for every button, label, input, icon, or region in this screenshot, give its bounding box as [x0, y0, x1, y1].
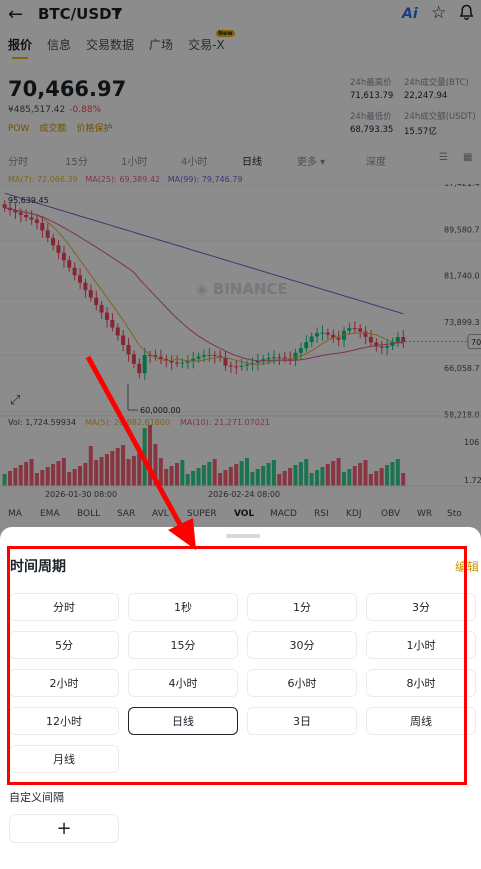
custom-interval-label: 自定义间隔 [9, 791, 64, 804]
annotation-box [7, 546, 467, 785]
add-custom-interval-button[interactable]: + [9, 814, 119, 843]
sheet-handle[interactable] [226, 534, 260, 538]
